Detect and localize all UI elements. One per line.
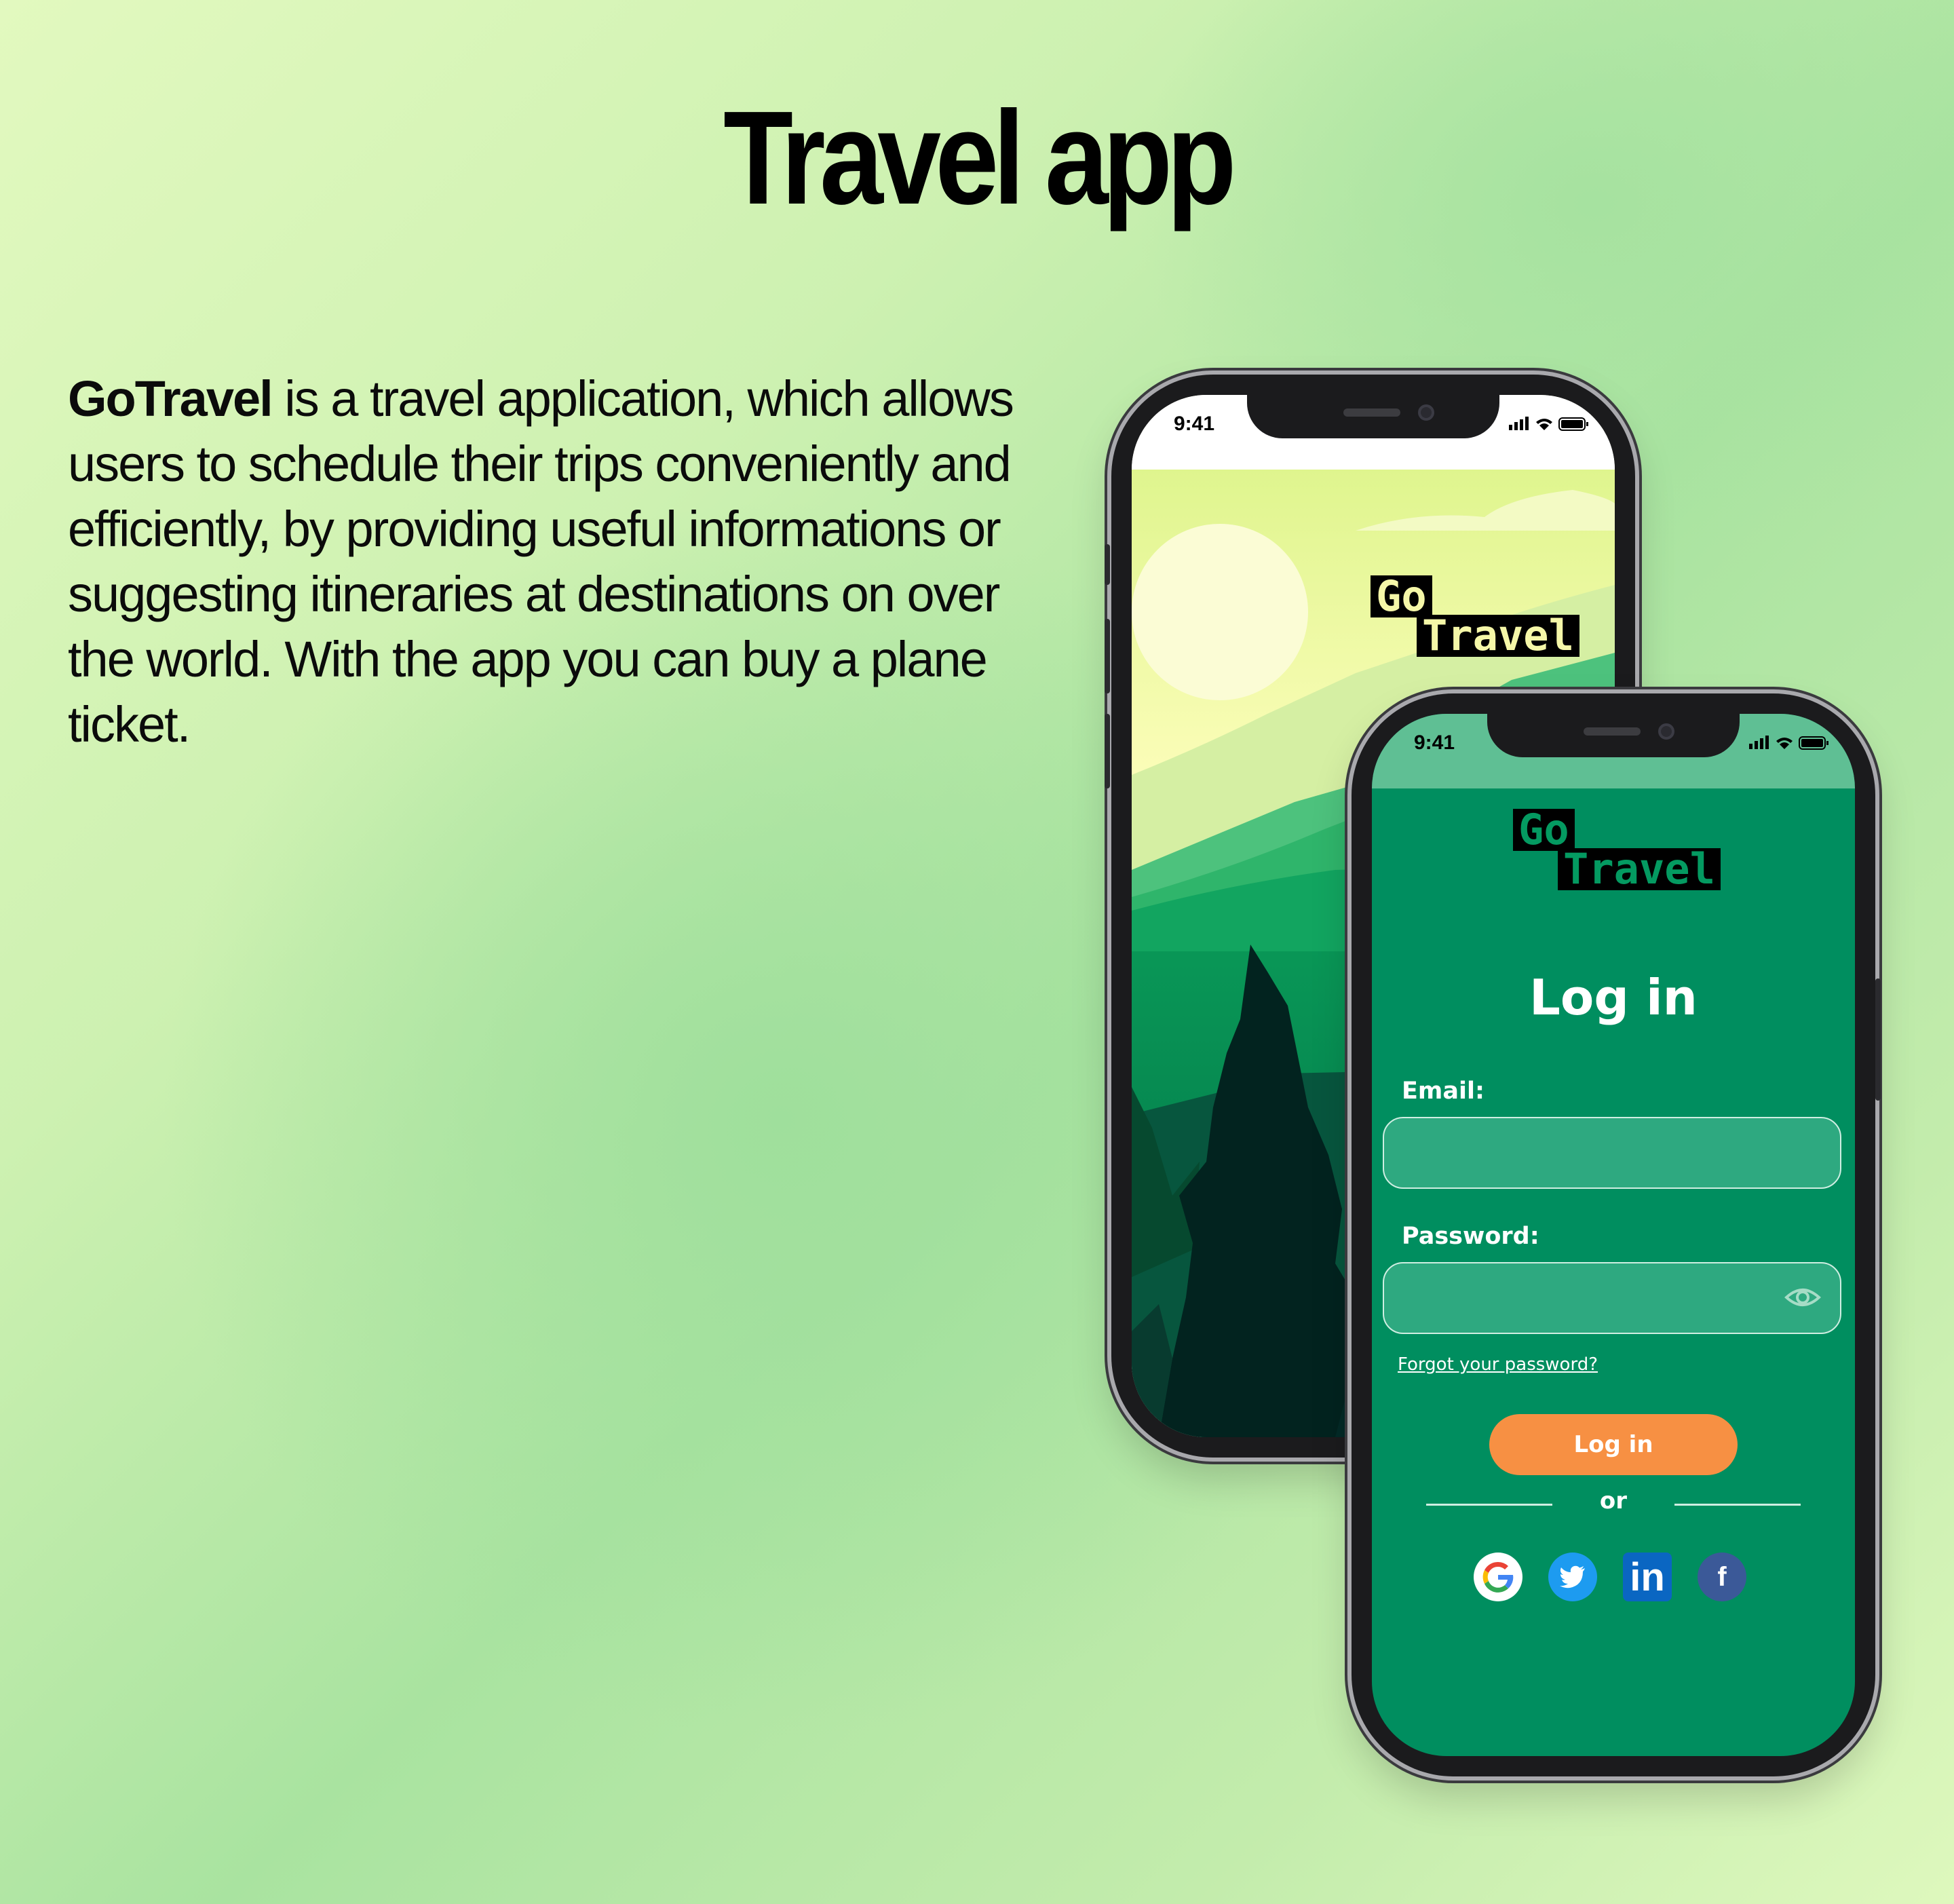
twitter-icon[interactable] bbox=[1548, 1553, 1597, 1601]
notch bbox=[1487, 714, 1740, 757]
camera-icon bbox=[1658, 723, 1674, 740]
logo-travel: Travel bbox=[1417, 615, 1579, 657]
eye-icon[interactable] bbox=[1784, 1285, 1821, 1310]
login-screen: Go Travel Log in Email: Password: Forgot… bbox=[1372, 714, 1855, 1756]
page-title: Travel app bbox=[723, 83, 1236, 232]
notch bbox=[1247, 395, 1499, 438]
or-text: or bbox=[1599, 1487, 1628, 1515]
password-label: Password: bbox=[1402, 1223, 1539, 1250]
side-button bbox=[1105, 619, 1110, 693]
description-text: is a travel application, which allows us… bbox=[68, 370, 1014, 753]
logo-travel: Travel bbox=[1558, 848, 1721, 890]
email-field[interactable] bbox=[1383, 1117, 1841, 1189]
login-button[interactable]: Log in bbox=[1489, 1414, 1738, 1475]
forgot-password-link[interactable]: Forgot your password? bbox=[1398, 1354, 1598, 1375]
password-field[interactable] bbox=[1383, 1262, 1841, 1334]
side-button bbox=[1105, 544, 1110, 585]
power-button bbox=[1875, 978, 1881, 1101]
login-phone-mockup: Go Travel Log in Email: Password: Forgot… bbox=[1352, 693, 1881, 1776]
speaker-grille bbox=[1584, 727, 1641, 736]
divider-right bbox=[1674, 1504, 1801, 1506]
status-icons bbox=[1509, 417, 1588, 431]
facebook-icon[interactable]: f bbox=[1698, 1553, 1746, 1601]
camera-icon bbox=[1418, 404, 1434, 421]
brand-name: GoTravel bbox=[68, 370, 273, 427]
email-label: Email: bbox=[1402, 1078, 1484, 1105]
side-button bbox=[1105, 714, 1110, 788]
login-heading: Log in bbox=[1529, 969, 1698, 1026]
status-icons bbox=[1749, 736, 1828, 750]
google-icon[interactable] bbox=[1474, 1553, 1522, 1601]
linkedin-icon[interactable]: in bbox=[1623, 1553, 1672, 1601]
app-description: GoTravel is a travel application, which … bbox=[68, 366, 1031, 757]
status-time: 9:41 bbox=[1414, 731, 1455, 754]
speaker-grille bbox=[1343, 408, 1400, 417]
status-time: 9:41 bbox=[1174, 413, 1215, 435]
